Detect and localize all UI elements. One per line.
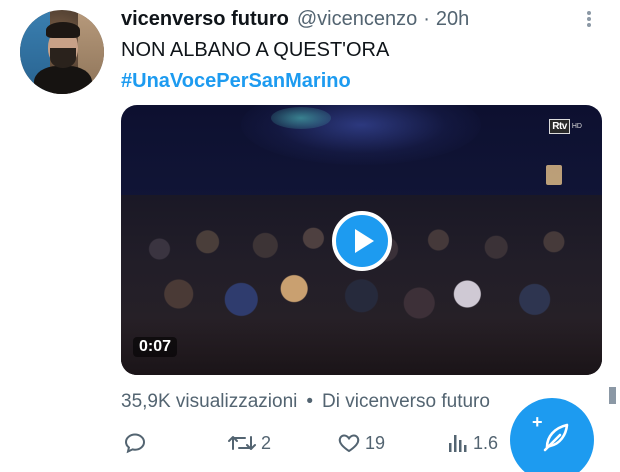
like-button[interactable]: 19 xyxy=(337,428,385,458)
meta-separator: • xyxy=(306,391,314,412)
video-source[interactable]: Di vicenverso futuro xyxy=(322,391,490,413)
reply-button[interactable] xyxy=(123,428,147,458)
views-count: 1.6 xyxy=(473,432,499,453)
video-player[interactable]: Rtv HD 0:07 xyxy=(121,105,602,375)
scrollbar-thumb[interactable] xyxy=(609,387,616,404)
reply-icon xyxy=(124,433,146,454)
channel-logo: Rtv HD xyxy=(549,119,582,134)
author-name[interactable]: vicenverso futuro xyxy=(121,8,289,31)
retweet-button[interactable]: 2 xyxy=(227,428,271,458)
views-button[interactable]: 1.6 xyxy=(447,428,511,458)
view-count: 35,9K visualizzazioni xyxy=(121,391,298,412)
retweet-count: 2 xyxy=(261,432,272,453)
avatar[interactable] xyxy=(20,10,104,94)
tweet-meta: 35,9K visualizzazioni • Di vicenverso fu… xyxy=(121,391,490,413)
video-duration: 0:07 xyxy=(133,337,178,357)
heart-icon xyxy=(338,434,360,453)
like-count: 19 xyxy=(365,432,386,453)
separator-dot: · xyxy=(423,8,430,30)
action-bar: 2 19 1.6 xyxy=(121,428,511,458)
analytics-icon xyxy=(449,435,467,452)
tweet-header: vicenverso futuro @vicencenzo · 20h xyxy=(121,8,469,32)
tweet-time[interactable]: 20h xyxy=(436,8,469,31)
more-options-icon[interactable] xyxy=(582,8,596,30)
tweet-text: NON ALBANO A QUEST'ORA xyxy=(121,39,390,61)
hashtag-link[interactable]: #UnaVocePerSanMarino xyxy=(121,70,351,93)
retweet-icon xyxy=(228,436,256,450)
play-button[interactable] xyxy=(332,211,392,271)
compose-tweet-button[interactable]: + xyxy=(510,398,594,472)
play-icon xyxy=(355,229,374,253)
feather-icon xyxy=(543,423,569,452)
author-handle[interactable]: @vicencenzo xyxy=(297,8,417,31)
